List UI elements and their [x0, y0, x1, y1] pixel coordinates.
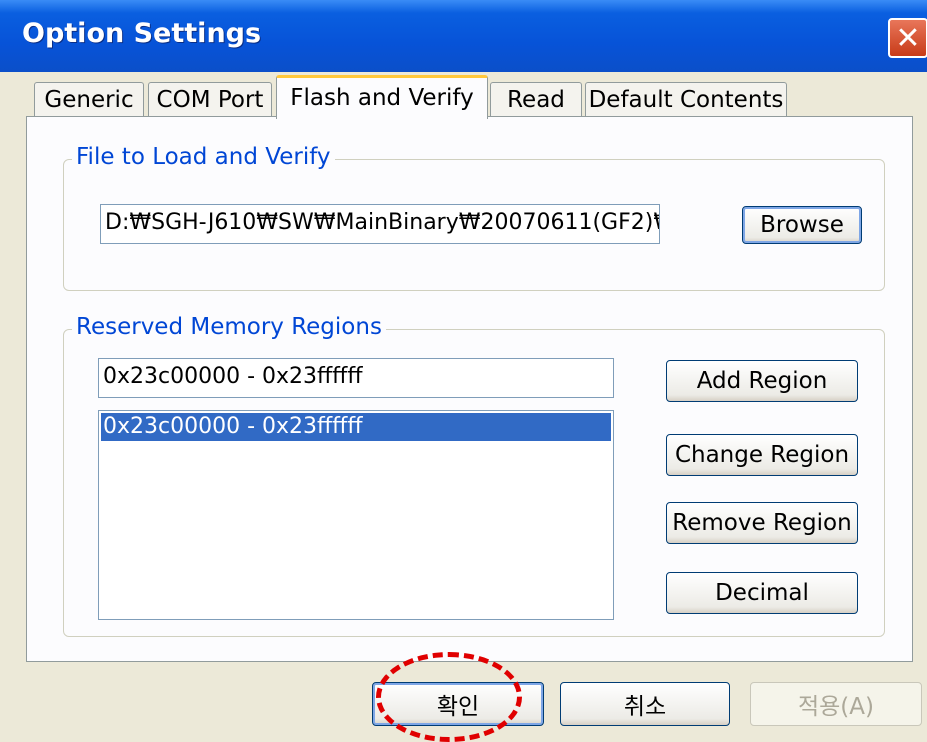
change-region-button[interactable]: Change Region: [666, 434, 858, 476]
file-to-load-group: File to Load and Verify D:₩SGH-J610₩SW₩M…: [63, 144, 885, 291]
remove-region-button[interactable]: Remove Region: [666, 502, 858, 544]
region-list[interactable]: 0x23c00000 - 0x23ffffff: [98, 410, 614, 620]
add-region-button[interactable]: Add Region: [666, 360, 858, 402]
apply-button: 적용(A): [750, 682, 922, 726]
tab-com-port[interactable]: COM Port: [148, 82, 272, 116]
tab-flash-and-verify[interactable]: Flash and Verify: [276, 75, 488, 119]
ok-button[interactable]: 확인: [372, 682, 544, 726]
list-item[interactable]: 0x23c00000 - 0x23ffffff: [101, 413, 611, 441]
file-to-load-legend: File to Load and Verify: [72, 144, 335, 170]
tab-generic[interactable]: Generic: [34, 82, 144, 116]
reserved-memory-group: Reserved Memory Regions 0x23c00000 - 0x2…: [63, 314, 885, 637]
tab-default-contents[interactable]: Default Contents: [585, 82, 787, 116]
decimal-button[interactable]: Decimal: [666, 572, 858, 614]
browse-button[interactable]: Browse: [742, 206, 862, 244]
window-title: Option Settings: [22, 18, 262, 49]
file-path-input[interactable]: D:₩SGH-J610₩SW₩MainBinary₩20070611(GF2)₩…: [100, 204, 660, 244]
title-bar[interactable]: Option Settings ✕: [0, 0, 927, 72]
tab-read[interactable]: Read: [490, 82, 582, 116]
option-settings-dialog: Option Settings ✕ Generic COM Port Flash…: [0, 0, 927, 742]
close-icon[interactable]: ✕: [888, 18, 927, 58]
region-input[interactable]: 0x23c00000 - 0x23ffffff: [98, 358, 614, 398]
reserved-memory-legend: Reserved Memory Regions: [72, 314, 386, 340]
cancel-button[interactable]: 취소: [560, 682, 730, 726]
tab-panel: File to Load and Verify D:₩SGH-J610₩SW₩M…: [26, 116, 913, 662]
